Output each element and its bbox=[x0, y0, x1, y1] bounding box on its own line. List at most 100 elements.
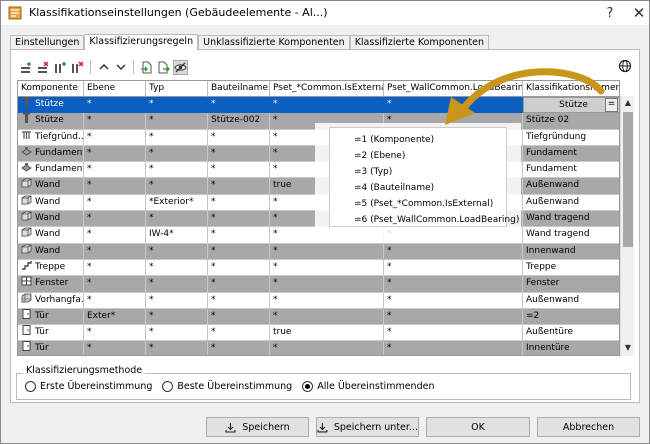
tab-klassifizierte-komponenten[interactable]: Klassifizierte Komponenten bbox=[349, 35, 490, 50]
cell-komponente[interactable]: Stütze bbox=[18, 113, 84, 130]
cell-typ[interactable]: * bbox=[146, 341, 208, 355]
cell-typ[interactable]: * bbox=[146, 113, 208, 130]
cell-bauteilname[interactable]: Stütze-002 bbox=[208, 113, 270, 130]
popup-option[interactable]: =3 (Typ) bbox=[330, 164, 506, 180]
save-as-button[interactable]: Speichern unter... bbox=[316, 417, 419, 437]
cell-ebene[interactable]: * bbox=[84, 194, 146, 212]
cell-klassifikationsnamen[interactable]: =2 bbox=[523, 308, 619, 326]
cell-ebene[interactable]: * bbox=[84, 129, 146, 146]
cell-typ[interactable]: * bbox=[146, 178, 208, 195]
cell-komponente[interactable]: Wand bbox=[18, 211, 84, 228]
delete-column-icon[interactable] bbox=[70, 60, 85, 75]
cell-typ[interactable]: * bbox=[146, 97, 208, 114]
cell-komponente[interactable]: Treppe bbox=[18, 259, 84, 277]
cell-is-external[interactable]: * bbox=[270, 292, 384, 309]
cell-typ[interactable]: * bbox=[146, 276, 208, 293]
cell-komponente[interactable]: Tiefgründ... bbox=[18, 129, 84, 146]
cell-komponente[interactable]: Tür bbox=[18, 325, 84, 342]
header-col-komponente[interactable]: Komponente bbox=[18, 81, 84, 97]
header-col-typ[interactable]: Typ bbox=[146, 81, 208, 97]
cell-bauteilname[interactable]: * bbox=[208, 145, 270, 163]
cell-typ[interactable]: * bbox=[146, 129, 208, 146]
cell-komponente[interactable]: Fenster bbox=[18, 276, 84, 293]
cell-komponente[interactable]: Tür bbox=[18, 341, 84, 355]
move-down-icon[interactable] bbox=[113, 60, 128, 75]
cell-komponente[interactable]: Vorhangfa... bbox=[18, 292, 84, 309]
cell-komponente[interactable]: Tür bbox=[18, 308, 84, 326]
cell-typ[interactable]: * bbox=[146, 145, 208, 163]
cell-bauteilname[interactable]: * bbox=[208, 194, 270, 212]
radio-all-matches[interactable] bbox=[302, 381, 314, 392]
cell-ebene[interactable]: * bbox=[84, 259, 146, 277]
cell-load-bearing[interactable]: * bbox=[384, 341, 523, 355]
cell-bauteilname[interactable]: * bbox=[208, 325, 270, 342]
table-row[interactable]: Tür * * * * * Innentüre bbox=[18, 341, 619, 355]
cell-ebene[interactable]: * bbox=[84, 292, 146, 309]
cell-komponente[interactable]: Wand bbox=[18, 178, 84, 195]
cell-typ[interactable]: * bbox=[146, 243, 208, 260]
radio-all-matches-label[interactable]: Alle Übereinstimmenden bbox=[317, 381, 434, 392]
cell-klassifikationsnamen[interactable]: Außenwand bbox=[523, 178, 619, 195]
scroll-up-icon[interactable]: ▲ bbox=[623, 98, 633, 108]
cell-bauteilname[interactable]: * bbox=[208, 211, 270, 228]
cell-klassifikationsnamen[interactable]: Treppe bbox=[523, 260, 619, 277]
cell-klassifikationsnamen[interactable]: Außenwand bbox=[523, 293, 619, 309]
cell-ebene[interactable]: * bbox=[84, 178, 146, 195]
cell-load-bearing[interactable]: * bbox=[384, 276, 523, 293]
cell-ebene[interactable]: * bbox=[84, 162, 146, 179]
table-row[interactable]: Vorhangfa... * * * * * Außenwand bbox=[18, 292, 619, 309]
cell-bauteilname[interactable]: * bbox=[208, 162, 270, 179]
cell-komponente[interactable]: Fundament bbox=[18, 145, 84, 163]
cell-klassifikationsnamen[interactable]: Außentüre bbox=[523, 325, 619, 342]
cell-is-external[interactable]: * bbox=[270, 341, 384, 355]
cell-komponente[interactable]: Wand bbox=[18, 227, 84, 244]
cell-is-external[interactable]: * bbox=[270, 259, 384, 277]
cell-is-external[interactable]: true bbox=[270, 325, 384, 342]
add-column-icon[interactable] bbox=[53, 60, 68, 75]
cell-ebene[interactable]: * bbox=[84, 227, 146, 244]
cell-typ[interactable]: IW-4* bbox=[146, 227, 208, 244]
cell-ebene[interactable]: * bbox=[84, 243, 146, 260]
cell-komponente[interactable]: Fundament bbox=[18, 162, 84, 179]
radio-best-match[interactable] bbox=[162, 381, 174, 392]
cell-ebene[interactable]: * bbox=[84, 276, 146, 293]
scroll-thumb[interactable] bbox=[623, 112, 633, 247]
cell-bauteilname[interactable]: * bbox=[208, 227, 270, 244]
popup-option[interactable]: =4 (Bauteilname) bbox=[330, 180, 506, 196]
cell-typ[interactable]: * bbox=[146, 211, 208, 228]
cell-typ[interactable]: * bbox=[146, 308, 208, 326]
cell-bauteilname[interactable]: * bbox=[208, 341, 270, 355]
cell-bauteilname[interactable]: * bbox=[208, 276, 270, 293]
add-rule-icon[interactable] bbox=[19, 60, 34, 75]
cell-is-external[interactable]: * bbox=[270, 276, 384, 293]
header-col-bauteilname[interactable]: Bauteilname bbox=[208, 81, 270, 97]
cell-bauteilname[interactable]: * bbox=[208, 178, 270, 195]
cell-ebene[interactable]: * bbox=[84, 325, 146, 342]
cell-ebene[interactable]: * bbox=[84, 211, 146, 228]
cell-klassifikationsnamen[interactable]: Innentüre bbox=[523, 341, 619, 355]
cell-klassifikationsnamen[interactable]: Fenster bbox=[523, 276, 619, 293]
table-row[interactable]: Fenster * * * * * Fenster bbox=[18, 276, 619, 293]
cell-klassifikationsnamen[interactable]: Wand tragend bbox=[523, 211, 619, 228]
popup-option[interactable]: =5 (Pset_*Common.IsExternal) bbox=[330, 196, 506, 212]
tab-unklassifizierte-komponenten[interactable]: Unklassifizierte Komponenten bbox=[198, 35, 350, 50]
table-row[interactable]: Wand * * * * * Innenwand bbox=[18, 243, 619, 260]
cell-klassifikationsnamen[interactable]: Außenwand bbox=[523, 195, 619, 212]
cell-load-bearing[interactable]: * bbox=[384, 259, 523, 277]
cell-ebene[interactable]: * bbox=[84, 97, 146, 114]
cell-is-external[interactable]: * bbox=[270, 243, 384, 260]
radio-best-match-label[interactable]: Beste Übereinstimmung bbox=[177, 381, 292, 392]
header-col-ebene[interactable]: Ebene bbox=[84, 81, 146, 97]
cell-bauteilname[interactable]: * bbox=[208, 97, 270, 114]
visibility-toggle-icon[interactable] bbox=[173, 59, 188, 75]
table-row[interactable]: Tür * * * true * Außentüre bbox=[18, 325, 619, 342]
close-button[interactable]: ✕ bbox=[628, 3, 650, 23]
cell-ebene[interactable]: * bbox=[84, 145, 146, 163]
cell-bauteilname[interactable]: * bbox=[208, 243, 270, 260]
cell-load-bearing[interactable]: * bbox=[384, 292, 523, 309]
cell-komponente[interactable]: Wand bbox=[18, 243, 84, 260]
cell-bauteilname[interactable]: * bbox=[208, 292, 270, 309]
delete-rule-icon[interactable] bbox=[36, 60, 51, 75]
globe-icon[interactable] bbox=[618, 59, 632, 73]
cell-typ[interactable]: * bbox=[146, 259, 208, 277]
